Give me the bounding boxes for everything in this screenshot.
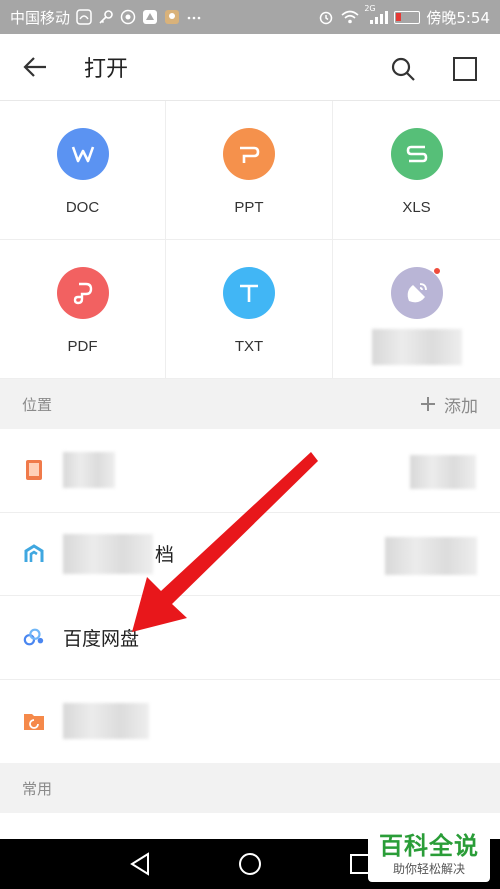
location-label: 档 <box>155 544 175 567</box>
back-arrow-icon <box>23 57 46 77</box>
signal-icon: 2G <box>364 4 389 25</box>
nav-home-icon <box>239 853 261 875</box>
plus-icon <box>421 397 435 411</box>
network-type-label: 2G <box>364 4 376 13</box>
ppt-icon <box>223 128 275 180</box>
recent-header-label: 常用 <box>22 779 53 798</box>
notification-dot <box>432 267 441 275</box>
status-bar: 中国移动 2G 傍晚5:54 <box>0 0 500 34</box>
pdf-icon <box>56 267 109 319</box>
locations-section-header: 位置 添加 <box>0 379 500 429</box>
nav-home-button[interactable] <box>235 849 265 879</box>
select-mode-button[interactable] <box>446 50 484 88</box>
add-location-label: 添加 <box>444 396 478 417</box>
redacted-detail <box>385 536 477 575</box>
file-type-label: DOC <box>65 199 100 216</box>
app-icon <box>142 9 158 25</box>
file-type-ppt[interactable]: PPT <box>166 101 333 240</box>
folder-icon <box>23 710 45 732</box>
battery-low-icon <box>394 10 421 24</box>
app-icon <box>120 9 136 25</box>
nav-back-button[interactable] <box>125 849 155 879</box>
file-type-other[interactable] <box>333 240 500 379</box>
word-icon <box>56 128 109 180</box>
clock-time: 傍晚5:54 <box>426 8 490 27</box>
search-button[interactable] <box>384 50 422 88</box>
file-type-txt[interactable]: TXT <box>166 240 333 379</box>
location-item-phone[interactable] <box>0 429 500 513</box>
page-title: 打开 <box>84 57 129 82</box>
location-item-cloud-docs[interactable]: 档 <box>0 513 500 596</box>
watermark-title: 百科全说 <box>379 832 479 860</box>
carrier-app-icon <box>76 9 92 25</box>
redacted-label <box>371 329 462 365</box>
watermark-logo: 百科全说 助你轻松解决 <box>368 828 490 882</box>
add-location-button[interactable]: 添加 <box>420 392 478 417</box>
watermark-subtitle: 助你轻松解决 <box>392 862 465 876</box>
file-type-label: PPT <box>234 199 264 216</box>
app-bar: 打开 <box>0 34 500 101</box>
locations-header-label: 位置 <box>22 395 53 414</box>
search-icon <box>391 57 415 81</box>
file-type-grid: DOC PPT XLS PDF TXT <box>0 101 500 379</box>
locations-list: 档 百度网盘 <box>0 429 500 763</box>
location-item-folder[interactable] <box>0 680 500 764</box>
redacted-label <box>63 452 115 489</box>
back-button[interactable] <box>0 34 70 101</box>
redacted-detail <box>410 455 476 489</box>
redacted-label <box>63 533 153 574</box>
location-item-baidu-netdisk[interactable]: 百度网盘 <box>0 596 500 680</box>
file-type-doc[interactable]: DOC <box>0 101 166 240</box>
baidu-netdisk-icon <box>23 626 45 648</box>
broadcast-icon <box>390 267 443 319</box>
more-dots-icon <box>186 9 202 25</box>
file-type-label: XLS <box>402 199 431 216</box>
recent-section-header: 常用 <box>0 763 500 813</box>
key-icon <box>98 9 114 25</box>
location-label: 百度网盘 <box>63 627 140 650</box>
file-type-xls[interactable]: XLS <box>333 101 500 240</box>
phone-storage-icon <box>23 459 45 481</box>
alarm-icon <box>318 9 334 25</box>
excel-icon <box>390 128 443 180</box>
file-type-label: TXT <box>234 338 264 355</box>
file-type-pdf[interactable]: PDF <box>0 240 166 379</box>
redacted-label <box>63 703 149 740</box>
avatar-icon <box>164 9 180 25</box>
wifi-icon <box>340 9 360 25</box>
nav-back-icon <box>130 852 149 876</box>
file-type-label: PDF <box>67 338 98 355</box>
select-square-icon <box>453 57 477 81</box>
cloud-docs-icon <box>23 543 45 565</box>
carrier-name: 中国移动 <box>10 8 71 27</box>
txt-icon <box>223 267 275 319</box>
